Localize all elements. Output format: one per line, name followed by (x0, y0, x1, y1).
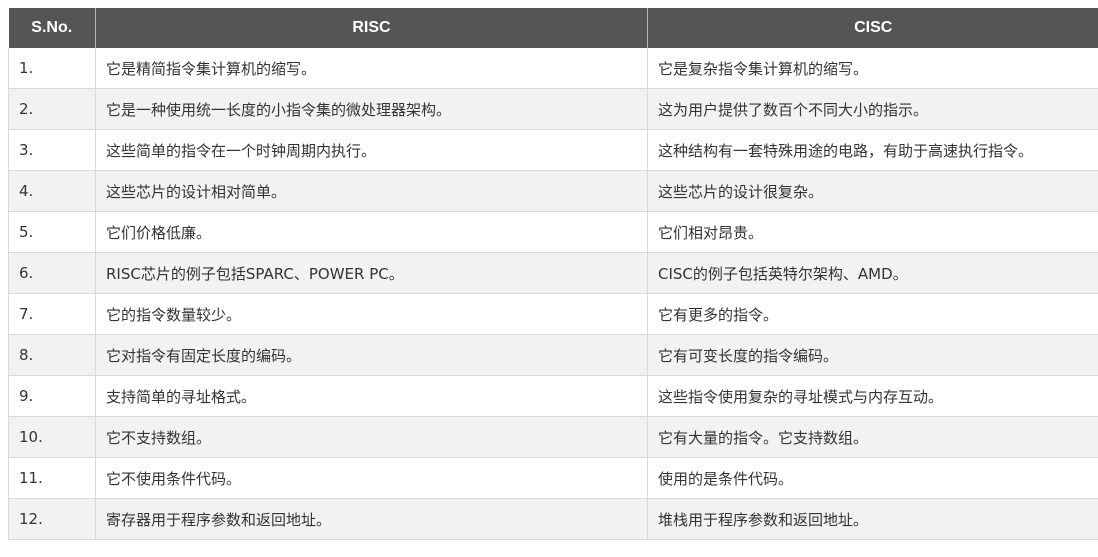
cell-risc: 这些简单的指令在一个时钟周期内执行。 (95, 129, 648, 171)
table-row: 2. 它是一种使用统一长度的小指令集的微处理器架构。 这为用户提供了数百个不同大… (8, 88, 1098, 130)
cell-risc: 它们价格低廉。 (95, 211, 648, 253)
cell-cisc: 这些指令使用复杂的寻址模式与内存互动。 (647, 375, 1098, 417)
cell-cisc: 这为用户提供了数百个不同大小的指示。 (647, 88, 1098, 130)
cell-cisc: 它们相对昂贵。 (647, 211, 1098, 253)
cell-risc: 它是一种使用统一长度的小指令集的微处理器架构。 (95, 88, 648, 130)
cell-sno: 11. (8, 457, 96, 499)
table-row: 12. 寄存器用于程序参数和返回地址。 堆栈用于程序参数和返回地址。 (8, 498, 1098, 540)
cell-sno: 2. (8, 88, 96, 130)
cell-risc: 寄存器用于程序参数和返回地址。 (95, 498, 648, 540)
cell-sno: 10. (8, 416, 96, 458)
header-cisc: CISC (647, 8, 1098, 48)
table-row: 9. 支持简单的寻址格式。 这些指令使用复杂的寻址模式与内存互动。 (8, 375, 1098, 417)
cell-cisc: 这种结构有一套特殊用途的电路，有助于高速执行指令。 (647, 129, 1098, 171)
header-risc: RISC (95, 8, 648, 48)
cell-sno: 5. (8, 211, 96, 253)
table-row: 1. 它是精简指令集计算机的缩写。 它是复杂指令集计算机的缩写。 (8, 48, 1098, 89)
table-header: S.No. RISC CISC (8, 8, 1098, 48)
cell-cisc: 它有大量的指令。它支持数组。 (647, 416, 1098, 458)
cell-sno: 7. (8, 293, 96, 335)
cell-cisc: 堆栈用于程序参数和返回地址。 (647, 498, 1098, 540)
cell-risc: 它不支持数组。 (95, 416, 648, 458)
risc-cisc-comparison-table: S.No. RISC CISC 1. 它是精简指令集计算机的缩写。 它是复杂指令… (8, 8, 1098, 540)
cell-cisc: 它有可变长度的指令编码。 (647, 334, 1098, 376)
cell-risc: 支持简单的寻址格式。 (95, 375, 648, 417)
table-row: 5. 它们价格低廉。 它们相对昂贵。 (8, 211, 1098, 253)
table-row: 10. 它不支持数组。 它有大量的指令。它支持数组。 (8, 416, 1098, 458)
cell-risc: 它不使用条件代码。 (95, 457, 648, 499)
table-row: 7. 它的指令数量较少。 它有更多的指令。 (8, 293, 1098, 335)
table-row: 4. 这些芯片的设计相对简单。 这些芯片的设计很复杂。 (8, 170, 1098, 212)
cell-cisc: CISC的例子包括英特尔架构、AMD。 (647, 252, 1098, 294)
cell-sno: 9. (8, 375, 96, 417)
cell-cisc: 使用的是条件代码。 (647, 457, 1098, 499)
table-row: 3. 这些简单的指令在一个时钟周期内执行。 这种结构有一套特殊用途的电路，有助于… (8, 129, 1098, 171)
header-sno: S.No. (8, 8, 96, 48)
cell-sno: 8. (8, 334, 96, 376)
cell-risc: 它是精简指令集计算机的缩写。 (95, 48, 648, 89)
cell-risc: 它对指令有固定长度的编码。 (95, 334, 648, 376)
table-row: 6. RISC芯片的例子包括SPARC、POWER PC。 CISC的例子包括英… (8, 252, 1098, 294)
table-body: 1. 它是精简指令集计算机的缩写。 它是复杂指令集计算机的缩写。 2. 它是一种… (8, 48, 1098, 540)
cell-sno: 12. (8, 498, 96, 540)
cell-sno: 6. (8, 252, 96, 294)
cell-cisc: 这些芯片的设计很复杂。 (647, 170, 1098, 212)
header-row: S.No. RISC CISC (8, 8, 1098, 48)
cell-sno: 4. (8, 170, 96, 212)
table-row: 8. 它对指令有固定长度的编码。 它有可变长度的指令编码。 (8, 334, 1098, 376)
comparison-table-container: S.No. RISC CISC 1. 它是精简指令集计算机的缩写。 它是复杂指令… (8, 8, 1098, 540)
cell-risc: 它的指令数量较少。 (95, 293, 648, 335)
cell-cisc: 它有更多的指令。 (647, 293, 1098, 335)
cell-sno: 1. (8, 48, 96, 89)
cell-sno: 3. (8, 129, 96, 171)
cell-risc: 这些芯片的设计相对简单。 (95, 170, 648, 212)
table-row: 11. 它不使用条件代码。 使用的是条件代码。 (8, 457, 1098, 499)
cell-risc: RISC芯片的例子包括SPARC、POWER PC。 (95, 252, 648, 294)
cell-cisc: 它是复杂指令集计算机的缩写。 (647, 48, 1098, 89)
